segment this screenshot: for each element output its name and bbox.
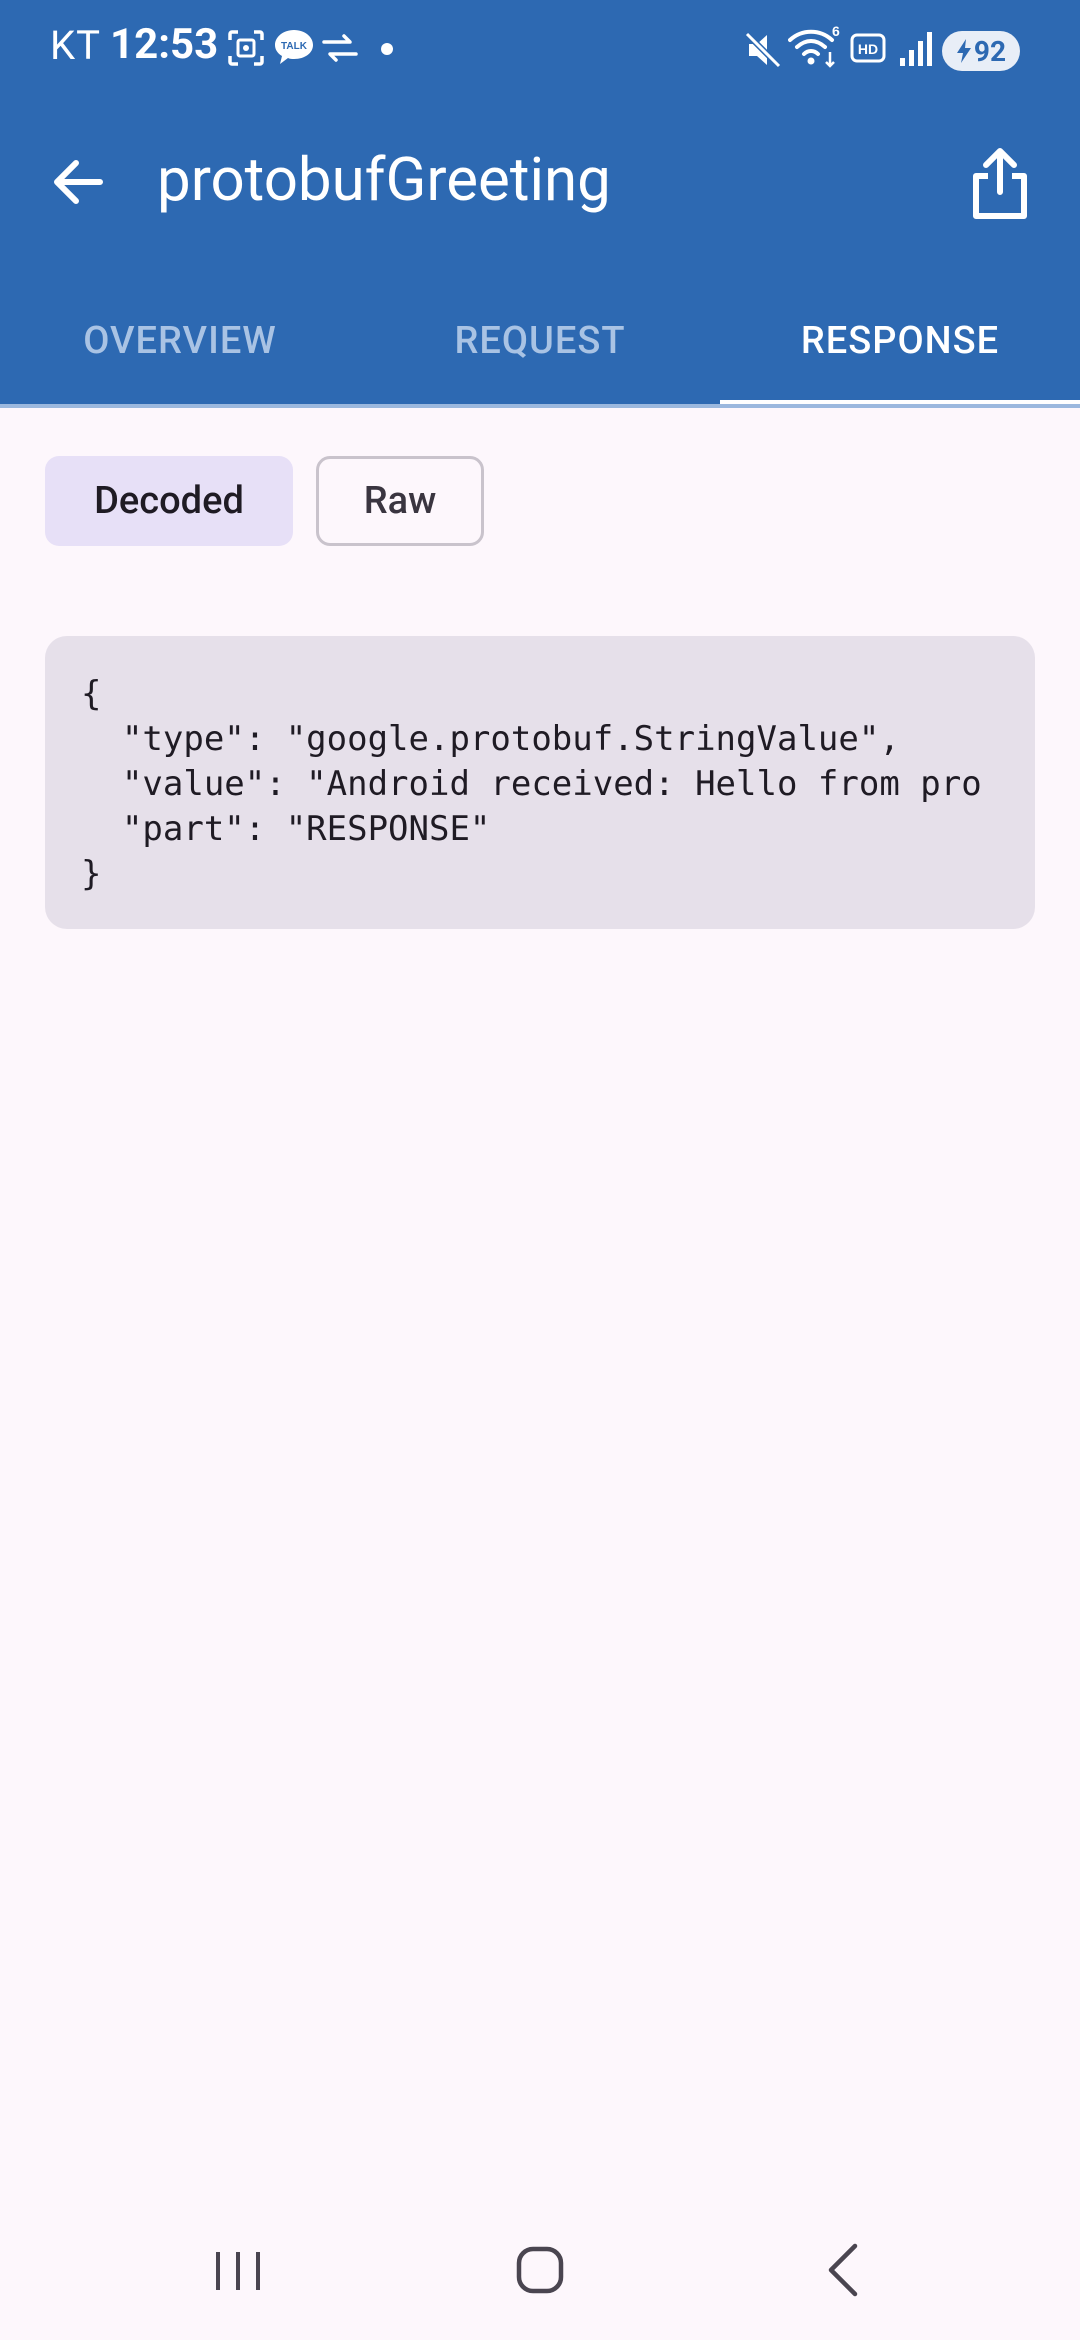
home-icon[interactable] bbox=[500, 2230, 580, 2310]
raw-toggle-button[interactable]: Raw bbox=[316, 456, 484, 546]
page-title: protobufGreeting bbox=[157, 144, 611, 215]
recents-icon[interactable] bbox=[198, 2230, 278, 2310]
nav-back-icon[interactable] bbox=[803, 2230, 883, 2310]
battery-bolt-icon bbox=[956, 39, 971, 63]
battery-level: 92 bbox=[973, 34, 1007, 68]
tab-overview[interactable]: OVERVIEW bbox=[0, 300, 360, 404]
tab-bar: OVERVIEW REQUEST RESPONSE bbox=[0, 300, 1080, 404]
code-line: } bbox=[81, 854, 102, 894]
svg-text:6: 6 bbox=[832, 26, 840, 39]
share-icon[interactable] bbox=[968, 146, 1032, 222]
code-line: "type": "google.protobuf.StringValue", bbox=[81, 719, 900, 759]
battery-indicator: 92 bbox=[942, 31, 1020, 71]
code-line: "part": "RESPONSE" bbox=[81, 809, 491, 849]
tab-response[interactable]: RESPONSE bbox=[720, 300, 1080, 404]
decoded-toggle-button[interactable]: Decoded bbox=[45, 456, 293, 546]
signal-icon bbox=[900, 32, 932, 66]
code-line: { bbox=[81, 674, 102, 714]
response-body: { "type": "google.protobuf.StringValue",… bbox=[45, 636, 1035, 929]
svg-text:TALK: TALK bbox=[281, 41, 308, 52]
app-header: KT 12:53 TALK 6 HD 92 protobufGreeting O… bbox=[0, 0, 1080, 404]
status-bar: KT 12:53 TALK 6 HD 92 bbox=[0, 0, 1080, 100]
arrow-back-icon[interactable] bbox=[46, 150, 110, 214]
dot-icon bbox=[381, 43, 393, 55]
carrier-label: KT bbox=[50, 22, 101, 69]
tab-request[interactable]: REQUEST bbox=[360, 300, 720, 404]
tab-divider bbox=[0, 404, 1080, 408]
screenshot-icon bbox=[228, 30, 264, 66]
svg-text:HD: HD bbox=[858, 41, 878, 57]
status-time: 12:53 bbox=[110, 20, 219, 69]
wifi-icon: 6 bbox=[788, 26, 840, 68]
code-line: "value": "Android received: Hello from p… bbox=[81, 764, 982, 804]
talk-icon: TALK bbox=[275, 30, 313, 64]
hd-icon: HD bbox=[850, 33, 886, 63]
mute-icon bbox=[744, 31, 782, 69]
data-transfer-icon bbox=[322, 34, 358, 62]
